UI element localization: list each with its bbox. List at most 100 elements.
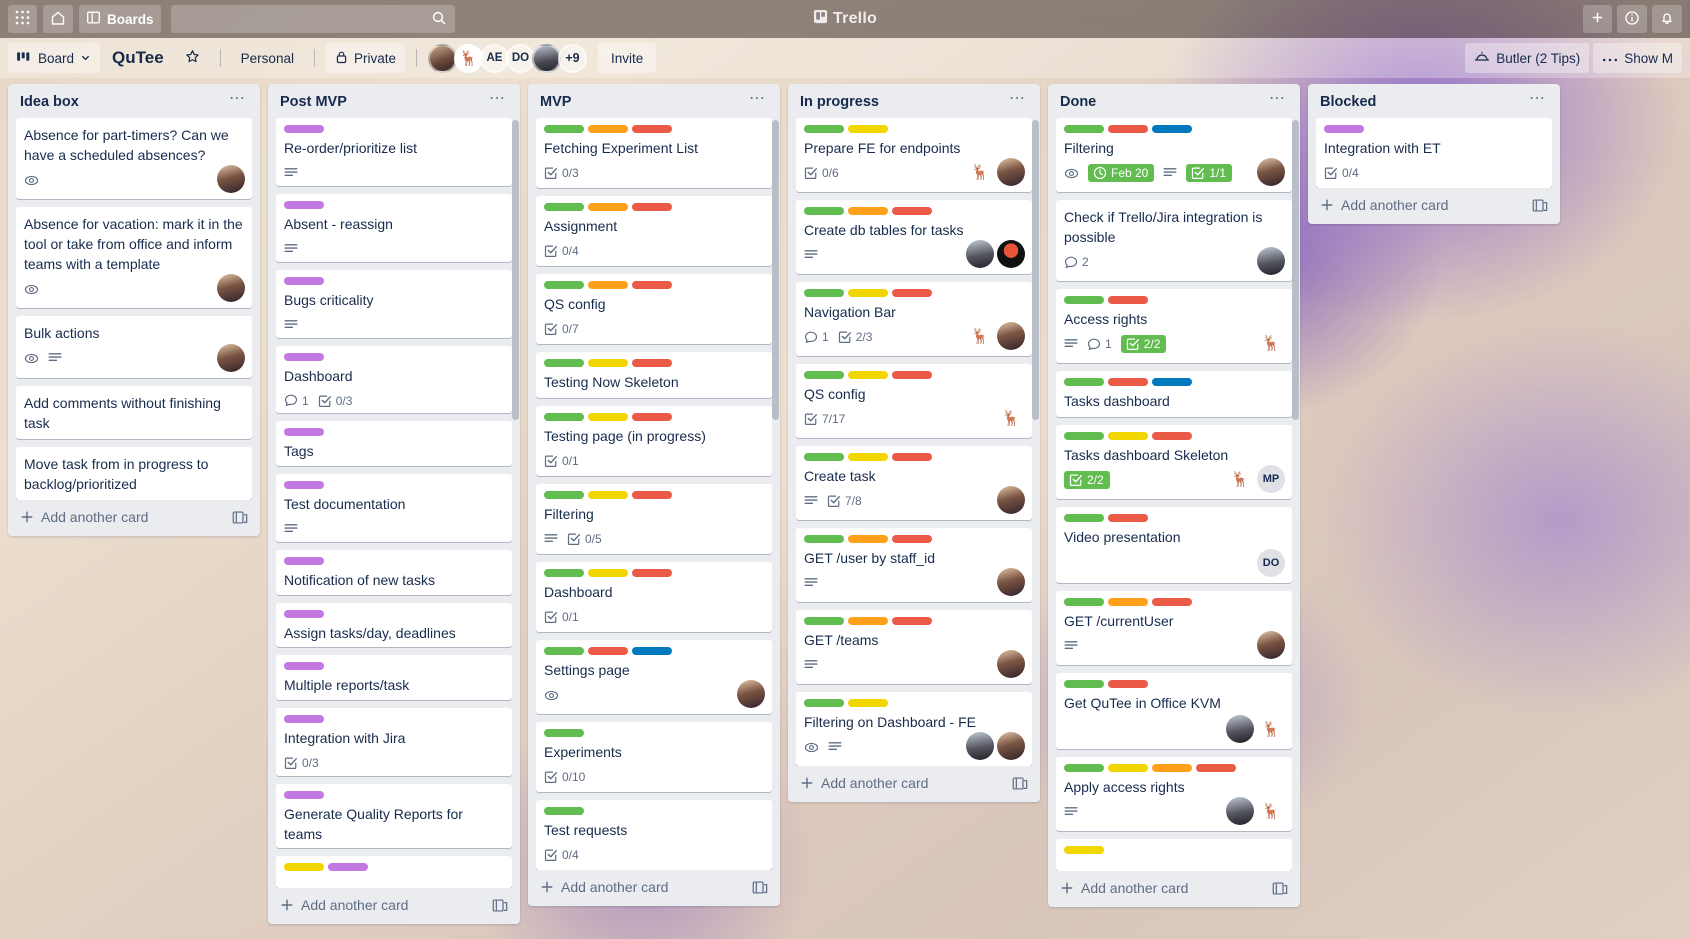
label-blue[interactable] bbox=[1152, 378, 1192, 386]
avatar[interactable]: 🦌 bbox=[454, 43, 483, 73]
label-green[interactable] bbox=[1064, 125, 1104, 133]
label-yellow[interactable] bbox=[848, 371, 888, 379]
card-member-avatar[interactable] bbox=[737, 680, 765, 708]
card-member-avatar[interactable]: 🦌 bbox=[997, 404, 1025, 432]
card[interactable]: Assignment 0/4 bbox=[536, 196, 772, 266]
label-yellow[interactable] bbox=[588, 569, 628, 577]
label-green[interactable] bbox=[804, 125, 844, 133]
visibility-button[interactable]: Private bbox=[325, 43, 405, 73]
label-green[interactable] bbox=[804, 207, 844, 215]
label-purple[interactable] bbox=[284, 276, 324, 285]
list-menu-icon[interactable]: ⋯ bbox=[745, 91, 770, 110]
label-green[interactable] bbox=[1064, 764, 1104, 772]
card-member-avatar[interactable] bbox=[217, 274, 245, 302]
list-menu-icon[interactable]: ⋯ bbox=[1265, 91, 1290, 110]
card[interactable]: Tasks dashboard bbox=[1056, 371, 1292, 417]
apps-grid-button[interactable] bbox=[8, 5, 37, 33]
label-green[interactable] bbox=[544, 359, 584, 367]
label-green[interactable] bbox=[1064, 296, 1104, 304]
label-yellow[interactable] bbox=[588, 359, 628, 367]
list-scrollbar[interactable] bbox=[512, 120, 519, 420]
card[interactable]: Filtering Feb 20 1/1 bbox=[1056, 118, 1292, 192]
card[interactable]: Bugs criticality bbox=[276, 269, 512, 338]
card[interactable]: Tags bbox=[276, 421, 512, 467]
card[interactable]: Fetching Experiment List 0/3 bbox=[536, 118, 772, 188]
card-member-avatar[interactable] bbox=[1257, 247, 1285, 275]
home-button[interactable] bbox=[43, 5, 73, 33]
card[interactable]: Move task from in progress to backlog/pr… bbox=[16, 447, 252, 500]
board-view-switcher[interactable]: Board bbox=[8, 43, 101, 73]
label-red[interactable] bbox=[892, 617, 932, 625]
card[interactable]: GET /currentUser bbox=[1056, 591, 1292, 665]
card[interactable]: Assign tasks/day, deadlines bbox=[276, 602, 512, 648]
list-scrollbar[interactable] bbox=[772, 120, 779, 420]
card[interactable]: Add comments without finishing task bbox=[16, 386, 252, 439]
star-button[interactable] bbox=[176, 43, 209, 73]
label-red[interactable] bbox=[1196, 764, 1236, 772]
list-title[interactable]: In progress bbox=[800, 94, 879, 110]
label-purple[interactable] bbox=[284, 200, 324, 209]
card-member-avatar[interactable] bbox=[966, 240, 994, 268]
search-icon[interactable] bbox=[431, 10, 447, 29]
card-member-avatar[interactable]: 🦌 bbox=[966, 322, 994, 350]
card[interactable]: Dashboard 0/1 bbox=[536, 562, 772, 632]
label-orange[interactable] bbox=[848, 535, 888, 543]
card-member-avatar[interactable] bbox=[1257, 158, 1285, 186]
avatar-overflow[interactable]: +9 bbox=[558, 43, 587, 73]
label-red[interactable] bbox=[892, 535, 932, 543]
label-yellow[interactable] bbox=[848, 699, 888, 707]
card[interactable]: Check if Trello/Jira integration is poss… bbox=[1056, 200, 1292, 281]
label-red[interactable] bbox=[632, 281, 672, 289]
card[interactable]: Generate Quality Reports for teams bbox=[276, 784, 512, 849]
card-member-avatar[interactable]: 🦌 bbox=[1257, 797, 1285, 825]
label-red[interactable] bbox=[1108, 125, 1148, 133]
card[interactable]: Test documentation bbox=[276, 474, 512, 542]
list-menu-icon[interactable]: ⋯ bbox=[1005, 91, 1030, 110]
label-green[interactable] bbox=[804, 699, 844, 707]
card[interactable]: Test requests 0/4 bbox=[536, 800, 772, 870]
card[interactable]: Video presentation DO bbox=[1056, 507, 1292, 583]
card[interactable] bbox=[1056, 839, 1292, 871]
label-red[interactable] bbox=[632, 125, 672, 133]
label-green[interactable] bbox=[544, 729, 584, 737]
card[interactable]: Filtering 0/5 bbox=[536, 484, 772, 554]
label-purple[interactable] bbox=[284, 715, 324, 724]
label-yellow[interactable] bbox=[1108, 764, 1148, 772]
label-red[interactable] bbox=[1152, 432, 1192, 440]
boards-button[interactable]: Boards bbox=[79, 5, 161, 33]
card[interactable]: Integration with ET 0/4 bbox=[1316, 118, 1552, 188]
label-green[interactable] bbox=[804, 289, 844, 297]
label-yellow[interactable] bbox=[588, 413, 628, 421]
label-orange[interactable] bbox=[1108, 598, 1148, 606]
label-purple[interactable] bbox=[284, 609, 324, 618]
label-green[interactable] bbox=[1064, 378, 1104, 386]
label-purple[interactable] bbox=[284, 791, 324, 800]
card-member-avatar[interactable]: 🦌 bbox=[1257, 329, 1285, 357]
label-orange[interactable] bbox=[1152, 764, 1192, 772]
label-red[interactable] bbox=[632, 491, 672, 499]
avatar[interactable]: DO bbox=[506, 43, 535, 73]
label-orange[interactable] bbox=[588, 203, 628, 211]
label-yellow[interactable] bbox=[848, 289, 888, 297]
card-template-icon[interactable] bbox=[1272, 881, 1288, 896]
list-title[interactable]: Idea box bbox=[20, 94, 79, 110]
label-purple[interactable] bbox=[284, 125, 324, 133]
label-yellow[interactable] bbox=[848, 453, 888, 461]
create-button[interactable] bbox=[1583, 5, 1612, 33]
list-title[interactable]: MVP bbox=[540, 94, 571, 110]
label-purple[interactable] bbox=[284, 556, 324, 565]
search-input[interactable] bbox=[180, 11, 421, 27]
card[interactable] bbox=[276, 856, 512, 888]
avatar[interactable]: AE bbox=[480, 43, 509, 73]
card-member-avatar[interactable] bbox=[217, 344, 245, 372]
card[interactable]: Dashboard 1 0/3 bbox=[276, 345, 512, 414]
card-member-avatar[interactable] bbox=[997, 322, 1025, 350]
invite-button[interactable]: Invite bbox=[598, 43, 657, 73]
card[interactable]: Navigation Bar 1 2/3 🦌 bbox=[796, 282, 1032, 356]
card-member-avatar[interactable] bbox=[1257, 631, 1285, 659]
card-template-icon[interactable] bbox=[752, 880, 768, 895]
card[interactable]: Tasks dashboard Skeleton 2/2 🦌 MP bbox=[1056, 425, 1292, 499]
card-member-avatar[interactable]: 🦌 bbox=[1226, 465, 1254, 493]
card[interactable]: QS config 0/7 bbox=[536, 274, 772, 344]
card[interactable]: Re-order/prioritize list bbox=[276, 118, 512, 186]
